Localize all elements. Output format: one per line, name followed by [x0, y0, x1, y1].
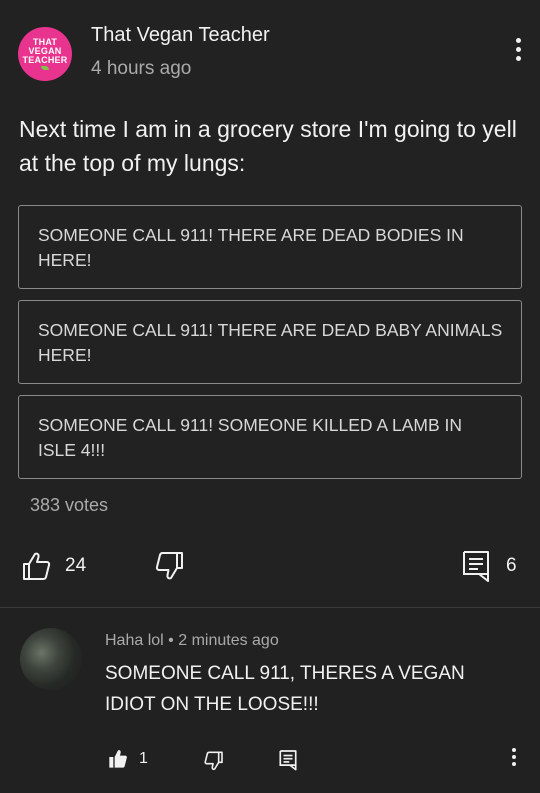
comment-like-count: 1 [139, 750, 148, 767]
comment-icon [279, 750, 297, 771]
thumbs-down-icon [204, 751, 223, 771]
comment-meta: Haha lol • 2 minutes ago [105, 632, 279, 650]
comment-dislike-button[interactable] [204, 751, 224, 771]
channel-avatar[interactable]: THAT VEGAN TEACHER [18, 27, 72, 81]
meta-separator: • [168, 632, 174, 649]
comment-timestamp: 2 minutes ago [178, 632, 279, 649]
comment-count: 6 [506, 555, 517, 576]
thumbs-up-icon [23, 552, 51, 580]
comment-text: SOMEONE CALL 911, THERES A VEGAN IDIOT O… [105, 663, 465, 715]
like-count: 24 [65, 555, 87, 576]
comment-author[interactable]: Haha lol [105, 632, 164, 649]
thumbs-up-filled-icon [109, 750, 127, 768]
vote-count: 383 votes [30, 495, 109, 515]
commenter-avatar[interactable] [20, 628, 82, 690]
dislike-button[interactable] [155, 551, 185, 581]
more-vert-icon[interactable] [506, 38, 530, 68]
community-post: THAT VEGAN TEACHER That Vegan Teacher 4 … [0, 0, 540, 607]
thumbs-down-icon [155, 552, 183, 580]
poll-option-1[interactable]: SOMEONE CALL 911! THERE ARE DEAD BODIES … [18, 205, 522, 289]
post-text: Next time I am in a grocery store I'm go… [19, 116, 517, 176]
comment-icon [463, 551, 489, 582]
poll-option-3[interactable]: SOMEONE CALL 911! SOMEONE KILLED A LAMB … [18, 395, 522, 479]
comments-button[interactable]: 6 [462, 550, 517, 582]
post-timestamp: 4 hours ago [91, 58, 192, 79]
comment-like-button[interactable]: 1 [108, 749, 148, 769]
comment-reply-button[interactable] [279, 749, 297, 771]
leaf-icon [41, 66, 49, 70]
like-button[interactable]: 24 [21, 551, 86, 581]
avatar-logo-line-3: TEACHER [22, 55, 68, 65]
poll-option-2[interactable]: SOMEONE CALL 911! THERE ARE DEAD BABY AN… [18, 300, 522, 384]
more-vert-icon[interactable] [506, 748, 522, 772]
channel-name[interactable]: That Vegan Teacher [91, 24, 270, 47]
